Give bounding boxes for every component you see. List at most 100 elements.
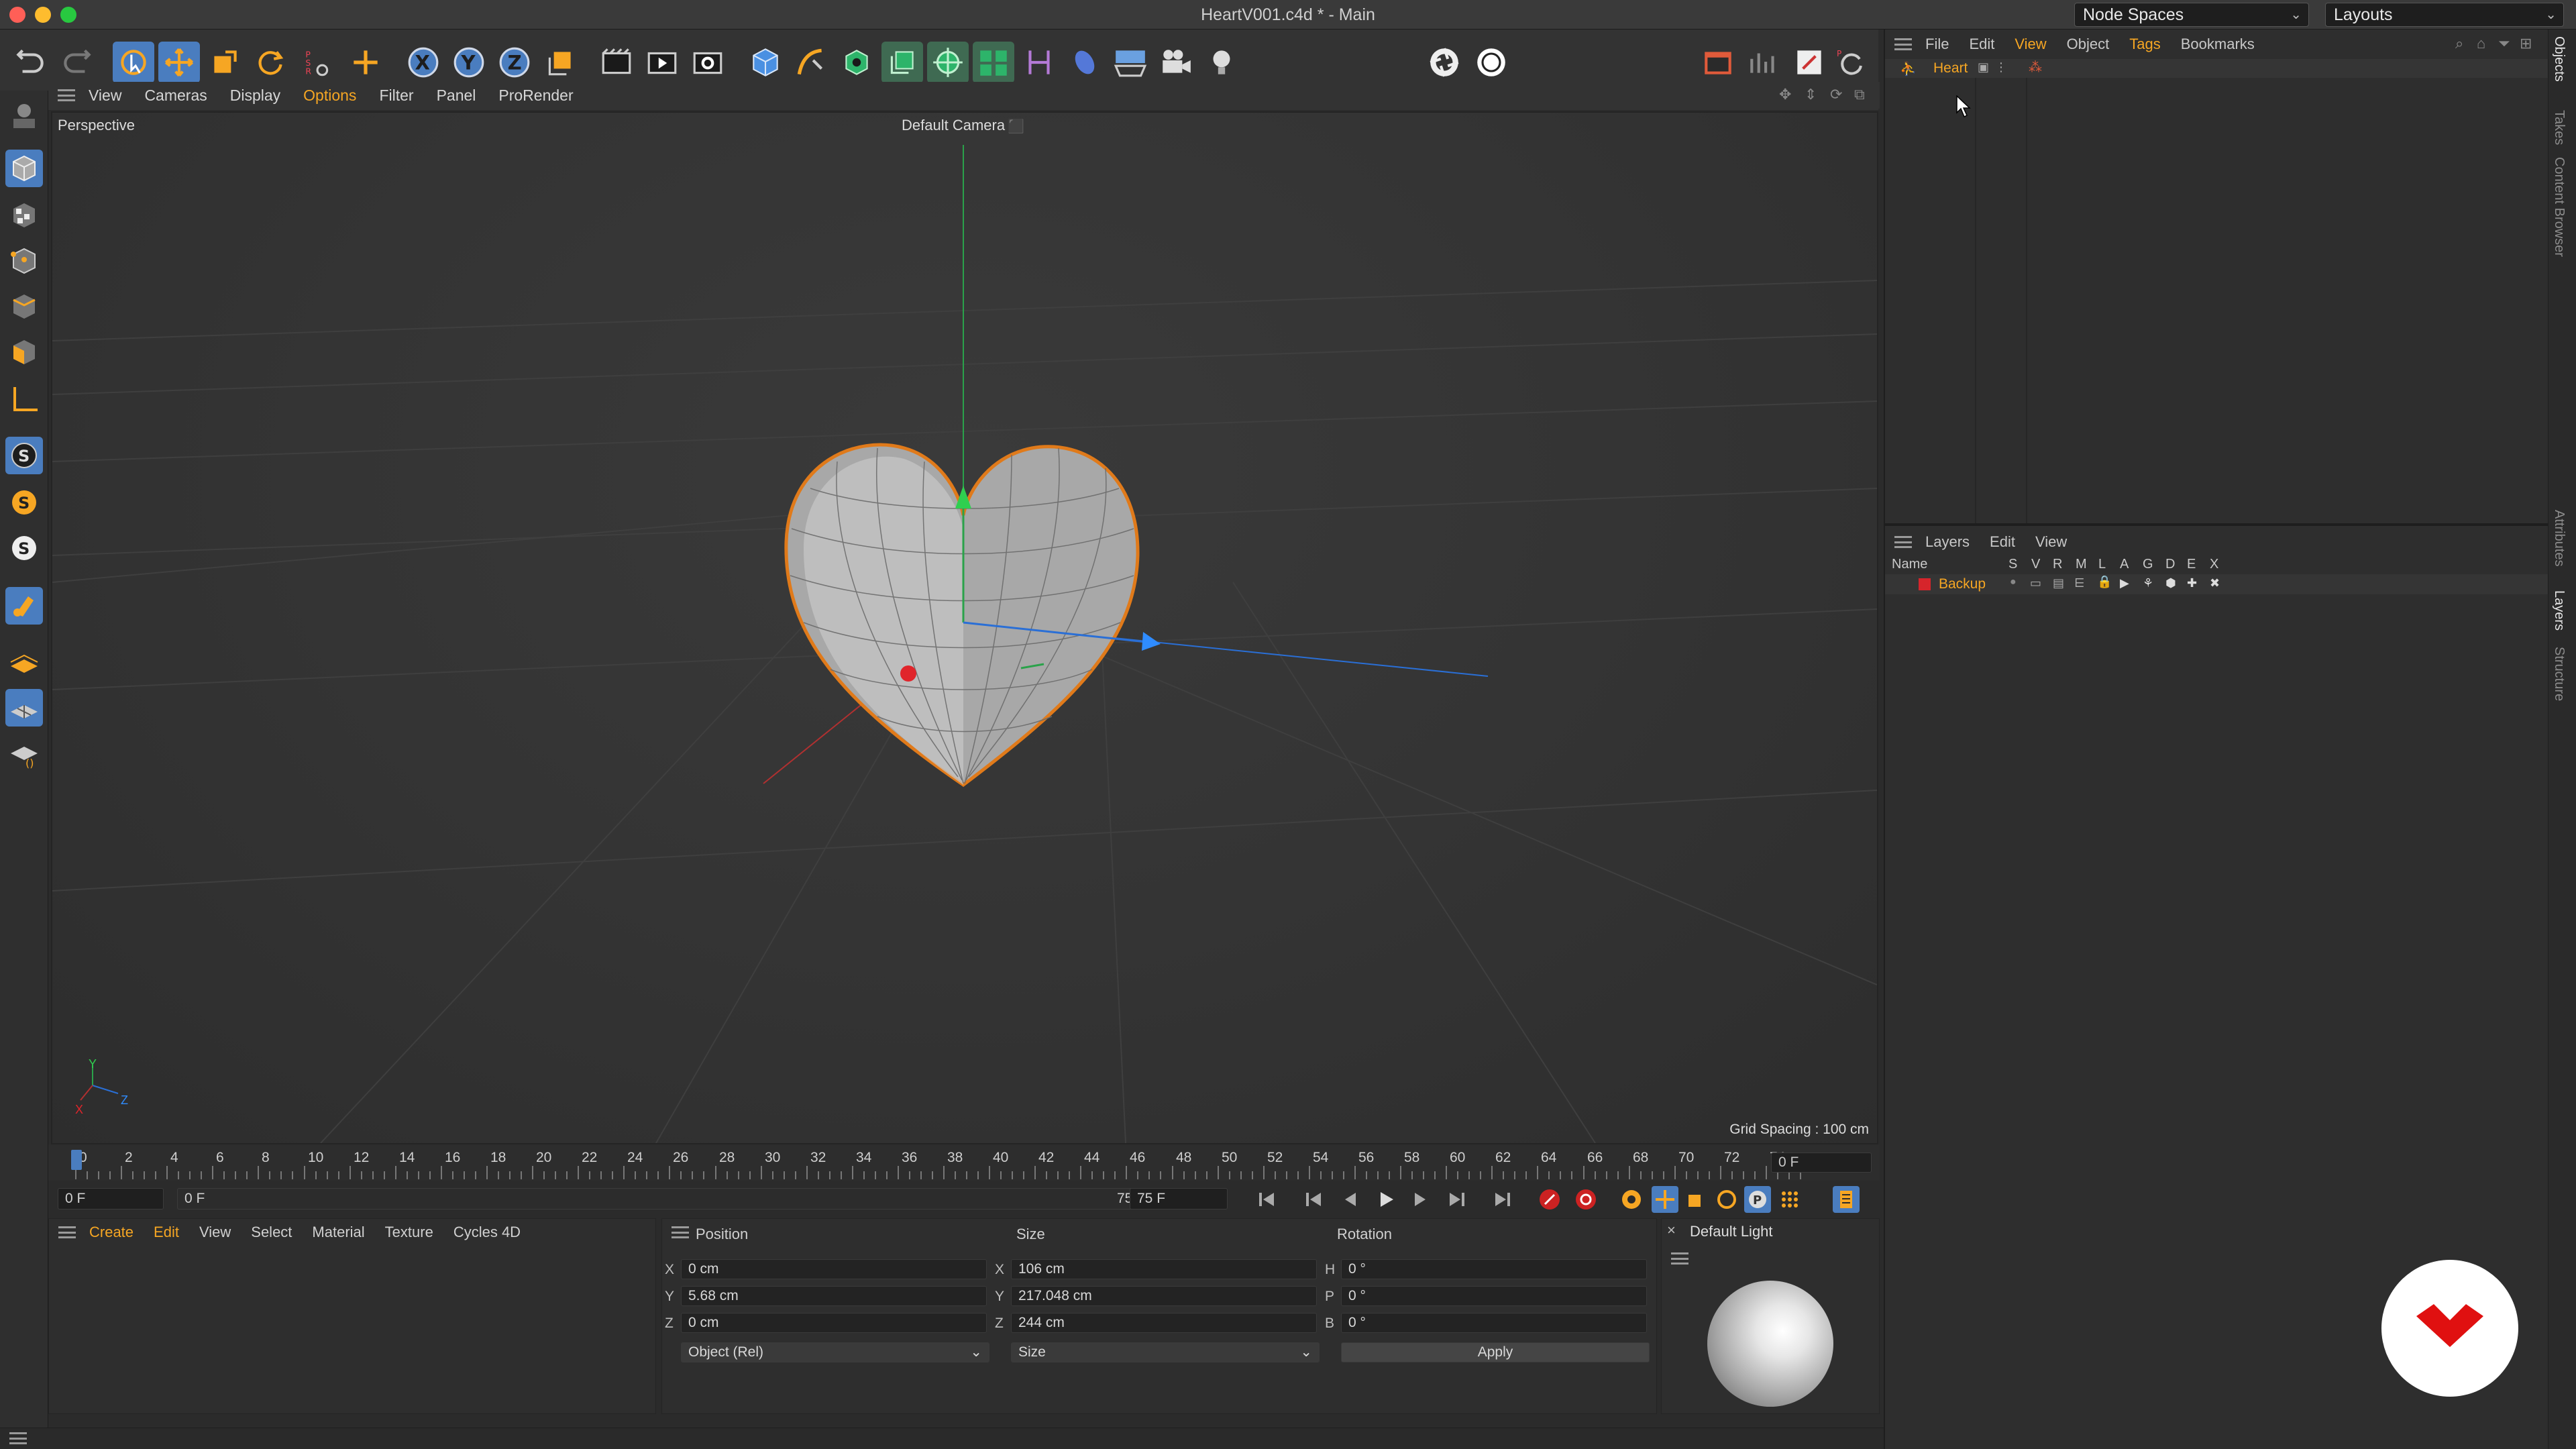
viewport-hamburger-icon[interactable] [58,89,75,101]
objects-menu-view[interactable]: View [2015,36,2046,53]
key-scale-icon[interactable] [1682,1186,1709,1213]
material-menu-view[interactable]: View [199,1224,231,1241]
size-mode-select[interactable]: Size ⌄ [1011,1342,1320,1362]
next-key-icon[interactable] [1444,1186,1470,1213]
play-icon[interactable] [1373,1186,1399,1213]
layer-solo-icon[interactable]: ● [2010,576,2017,588]
layer-manager-icon[interactable]: ⋿ [2074,576,2085,590]
status-hamburger-icon[interactable] [9,1432,27,1444]
coordinate-mode-select[interactable]: Object (Rel) ⌄ [681,1342,989,1362]
coordinate-tool-icon[interactable] [345,42,386,83]
size-z-field[interactable]: 244 cm [1011,1313,1317,1333]
key-parameter-icon[interactable]: P [1744,1186,1771,1213]
render-settings-icon[interactable] [687,42,729,83]
node-spaces-select[interactable]: Node Spaces ⌄ [2074,3,2309,27]
subdivision-surface-icon[interactable] [836,42,877,83]
texture-mode-icon[interactable] [5,197,43,234]
layer-name-backup[interactable]: Backup [1939,576,1986,592]
coordinate-system-icon[interactable] [539,42,581,83]
home-icon[interactable]: ⌂ [2477,35,2485,52]
filter-icon[interactable]: ⏷ [2498,35,2510,52]
gizmo-x-handle[interactable] [900,665,916,682]
material-menu-material[interactable]: Material [312,1224,364,1241]
layers-hamburger-icon[interactable] [1894,536,1912,548]
viewport-menu-panel[interactable]: Panel [437,87,476,105]
side-tab-attributes[interactable]: Attributes [2551,510,2567,566]
end-frame-field[interactable]: 75 F [1130,1188,1228,1210]
snap-icon[interactable] [5,587,43,625]
objects-menu-object[interactable]: Object [2067,36,2110,53]
pos-z-field[interactable]: 0 cm [681,1313,987,1333]
material-hamburger-icon[interactable] [58,1226,76,1238]
objects-menu-edit[interactable]: Edit [1969,36,1994,53]
previous-key-icon[interactable] [1300,1186,1327,1213]
layer-generators-icon[interactable]: ⚘ [2143,576,2153,590]
viewport-menu-cameras[interactable]: Cameras [144,87,207,105]
layers-menu-edit[interactable]: Edit [1990,533,2015,551]
side-tab-content-browser[interactable]: Content Browser [2551,157,2567,257]
live-selection-tool-icon[interactable] [113,42,154,83]
3d-viewport[interactable]: Perspective Default Camera ⬛ Y Z X Grid … [51,111,1878,1144]
previous-frame-icon[interactable] [1336,1186,1363,1213]
script-manager-icon[interactable] [1788,42,1830,83]
layer-render-icon[interactable]: ▤ [2053,576,2064,590]
camera-icon[interactable] [1155,42,1197,83]
timeline-bar-icon[interactable] [1743,42,1784,83]
zoom-view-icon[interactable]: ⇕ [1805,86,1817,103]
go-to-start-icon[interactable] [1253,1186,1280,1213]
calendar-icon[interactable] [1697,42,1739,83]
layers-menu-layers[interactable]: Layers [1925,533,1970,551]
layer-expressions-icon[interactable]: ✚ [2187,576,2197,590]
move-view-icon[interactable]: ✥ [1779,86,1791,103]
x-axis-lock-icon[interactable]: X [402,42,444,83]
aperture-icon[interactable] [1424,42,1465,83]
layer-color-swatch[interactable] [1919,578,1931,590]
layer-view-icon[interactable]: ▭ [2030,576,2041,590]
make-editable-icon[interactable] [5,97,43,135]
workplane-icon[interactable] [5,643,43,681]
scale-tool-icon[interactable] [204,42,246,83]
viewport-menu-display[interactable]: Display [230,87,280,105]
solo-single-icon[interactable]: S [5,484,43,521]
layer-deformers-icon[interactable]: ⬢ [2165,576,2176,590]
rot-h-field[interactable]: 0 ° [1341,1259,1647,1279]
light-icon[interactable] [1201,42,1242,83]
apply-button[interactable]: Apply [1341,1342,1650,1362]
side-tab-objects[interactable]: Objects [2551,36,2567,82]
viewport-menu-filter[interactable]: Filter [379,87,413,105]
generator-icon[interactable] [881,42,923,83]
points-mode-icon[interactable] [5,242,43,280]
record-icon[interactable] [1470,42,1512,83]
autokey-icon[interactable] [1572,1186,1599,1213]
cube-primitive-icon[interactable] [745,42,786,83]
objects-menu-bookmarks[interactable]: Bookmarks [2181,36,2255,53]
frame-range-slider[interactable]: 0 F 75 F [177,1188,1157,1210]
material-menu-cycles4d[interactable]: Cycles 4D [453,1224,521,1241]
side-tab-takes[interactable]: Takes [2551,110,2567,145]
cloner-icon[interactable] [927,42,969,83]
locked-workplane-icon[interactable]: () [5,735,43,772]
size-y-field[interactable]: 217.048 cm [1011,1286,1317,1306]
object-tag-icon[interactable]: ⁂ [2029,59,2042,76]
side-tab-layers[interactable]: Layers [2551,590,2567,631]
redo-icon[interactable] [56,42,98,83]
key-point-level-icon[interactable] [1776,1186,1803,1213]
object-editable-icon[interactable]: ▣ [1978,60,1989,74]
object-row[interactable]: ⛹ Heart ▣ ⋮ ⁂ [1885,59,2548,78]
layer-row[interactable]: Backup ● ▭ ▤ ⋿ 🔒 ▶ ⚘ ⬢ ✚ ✖ [1885,574,2548,594]
start-frame-field[interactable]: 0 F [58,1188,164,1210]
layer-xref-icon[interactable]: ✖ [2210,576,2220,590]
render-to-picture-viewer-icon[interactable] [641,42,683,83]
playhead[interactable] [71,1150,82,1170]
object-name-heart[interactable]: Heart [1933,60,1968,76]
pos-x-field[interactable]: 0 cm [681,1259,987,1279]
undo-icon[interactable] [9,42,51,83]
go-to-end-icon[interactable] [1489,1186,1516,1213]
timeline-ruler[interactable]: 0 2 4 6 8 10 12 14 16 18 20 22 24 26 28 30 32 34 36 38 40 42 4… [48,1144,1880,1181]
deformer-icon[interactable] [1018,42,1060,83]
layouts-select[interactable]: Layouts ⌄ [2325,3,2564,27]
size-x-field[interactable]: 106 cm [1011,1259,1317,1279]
grid-workplane-icon[interactable] [5,689,43,727]
rotate-tool-icon[interactable] [250,42,291,83]
mograph-cloner-icon[interactable] [973,42,1014,83]
